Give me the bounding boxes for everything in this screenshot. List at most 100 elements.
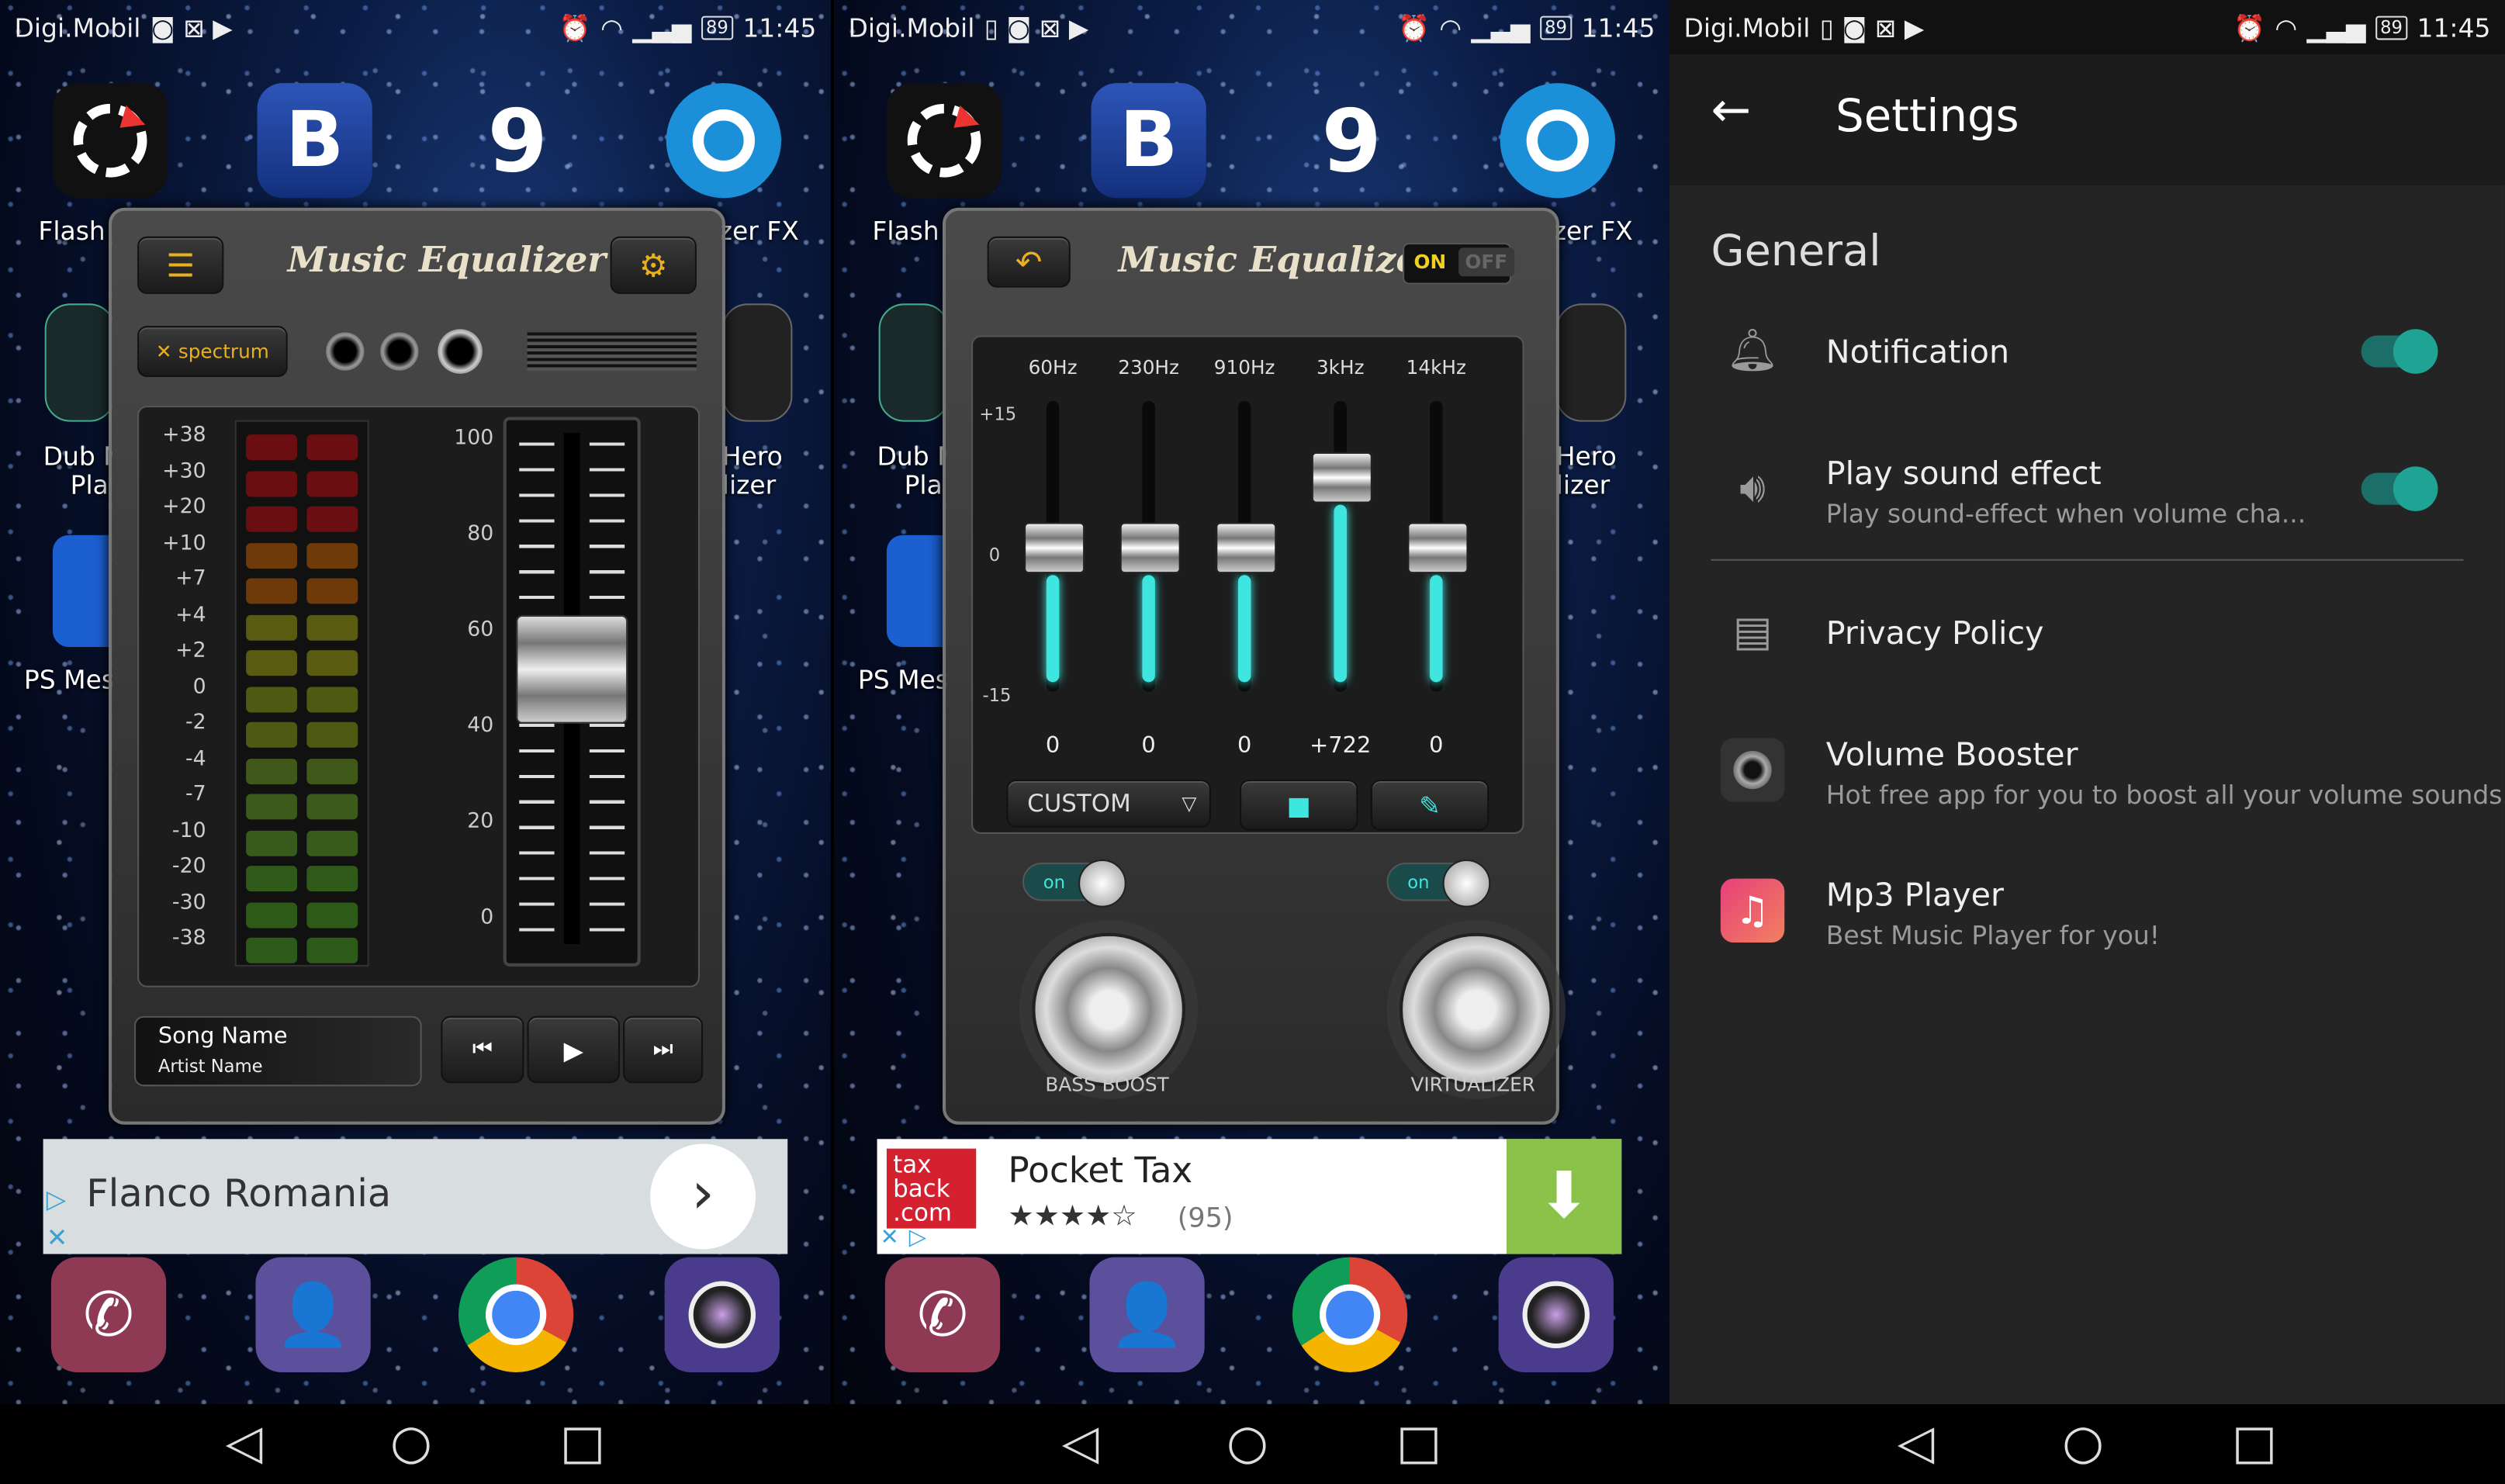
preset-dropdown[interactable]: CUSTOM ▽	[1006, 779, 1211, 828]
virtualizer-toggle[interactable]: on	[1386, 859, 1491, 908]
phone-app-icon[interactable]: ✆	[884, 1257, 1001, 1372]
volume-scale-label: 0	[480, 905, 494, 930]
led-segment	[306, 901, 358, 928]
recents-nav-icon[interactable]: □	[1396, 1420, 1441, 1468]
b-app-icon[interactable]: B	[1091, 83, 1206, 199]
power-switch[interactable]: ON OFF	[1403, 243, 1514, 285]
equalizer-widget: ☰ Music Equalizer ⚙ ✕ spectrum +38 +30 +20 +…	[109, 207, 725, 1125]
band-slider-thumb[interactable]	[1407, 522, 1469, 574]
chrome-app-icon[interactable]	[458, 1257, 574, 1372]
volume-scale-label: 60	[467, 617, 494, 642]
volume-scale-label: 40	[467, 714, 494, 739]
save-preset-button[interactable]: ■	[1240, 779, 1358, 831]
band-slider-thumb[interactable]	[1024, 522, 1085, 574]
ad-download-button[interactable]: ⬇	[1506, 1139, 1622, 1254]
nine-app-icon[interactable]: 9	[1294, 83, 1409, 198]
hero-app-icon[interactable]	[1555, 303, 1627, 422]
db-scale-label: -30	[171, 891, 206, 915]
widget-title: Music Equalizer	[1118, 239, 1438, 282]
phone-app-icon[interactable]: ✆	[50, 1257, 167, 1372]
equalizer-settings-button[interactable]: ☰	[137, 236, 224, 294]
notification-switch[interactable]	[2361, 329, 2438, 374]
settings-row-volume-booster[interactable]: Volume Booster Hot free app for you to b…	[1669, 728, 2505, 825]
equalizer-fx-app-icon[interactable]	[1500, 83, 1615, 199]
home-nav-icon[interactable]: ○	[1227, 1420, 1268, 1468]
b-app-icon[interactable]: B	[257, 83, 372, 199]
volume-slider[interactable]	[503, 417, 641, 967]
home-nav-icon[interactable]: ○	[390, 1420, 432, 1468]
ad-banner-pocket-tax[interactable]: tax back .com ✕ ▷ Pocket Tax ★★★★☆ (95) …	[877, 1139, 1622, 1254]
switch-knob	[2393, 466, 2438, 511]
ps-messages-app-icon[interactable]	[886, 534, 945, 648]
mode-dot-1[interactable]	[326, 332, 365, 371]
next-button[interactable]: ⏭	[623, 1015, 704, 1084]
ad-choices-icon[interactable]: ▷	[909, 1225, 926, 1251]
led-segment	[306, 578, 358, 604]
bass-boost-knob[interactable]	[1032, 932, 1186, 1087]
band-slider-thumb[interactable]	[1216, 522, 1277, 574]
led-segment	[246, 470, 298, 496]
led-segment	[306, 506, 358, 532]
volume-slider-thumb[interactable]	[516, 614, 628, 724]
back-nav-icon[interactable]: ◁	[1898, 1420, 1935, 1468]
dub-app-icon[interactable]	[878, 303, 950, 422]
band-value-label: +722	[1310, 733, 1372, 759]
previous-button[interactable]: ⏮	[441, 1015, 524, 1084]
ad-chevron-right-icon[interactable]: ›	[650, 1143, 756, 1250]
bass-boost-toggle[interactable]: on	[1022, 859, 1126, 908]
nine-app-icon[interactable]: 9	[460, 83, 575, 198]
ps-messages-label: PS Mes	[23, 664, 116, 695]
band-frequency-label: 910Hz	[1213, 356, 1275, 379]
dub-app-icon[interactable]	[44, 303, 116, 422]
recents-nav-icon[interactable]: □	[2232, 1420, 2277, 1468]
home-nav-icon[interactable]: ○	[2062, 1420, 2104, 1468]
settings-item-title: Mp3 Player	[1825, 875, 2004, 914]
flash-app-icon[interactable]	[886, 83, 1002, 199]
band-slider-thumb[interactable]	[1119, 522, 1181, 574]
ad-banner-flanco[interactable]: ▷ ✕ Flanco Romania ›	[43, 1139, 788, 1254]
screen-2: Digi.Mobil ▯ ◙ ⊠ ▶ ⏰ ◠ ▁▃▅ 89 11:45 B 9 …	[833, 0, 1669, 1484]
spectrum-button[interactable]: ✕ spectrum	[137, 326, 288, 377]
status-bar: Digi.Mobil ▯ ◙ ⊠ ▶ ⏰ ◠ ▁▃▅ 89 11:45	[1669, 0, 2505, 55]
contacts-app-icon[interactable]: 👤	[1089, 1257, 1205, 1372]
ad-rating-count: (95)	[1177, 1202, 1233, 1235]
back-button[interactable]: ↶	[987, 236, 1071, 288]
band-value-label: 0	[1237, 733, 1252, 759]
settings-row-notification[interactable]: 🔔︎ Notification	[1669, 313, 2505, 393]
contacts-app-icon[interactable]: 👤	[255, 1257, 371, 1372]
flash-app-icon[interactable]	[52, 83, 168, 199]
settings-item-title: Notification	[1825, 332, 2010, 371]
edit-preset-button[interactable]: ✎	[1370, 779, 1490, 831]
chrome-app-icon[interactable]	[1292, 1257, 1408, 1372]
bass-boost-toggle-label: on	[1043, 872, 1065, 894]
ad-close-icon[interactable]: ✕	[881, 1225, 899, 1251]
camera-app-icon[interactable]	[1498, 1257, 1614, 1372]
hero-app-icon[interactable]	[721, 303, 793, 422]
band-level-fill	[1430, 575, 1443, 683]
battery-indicator: 89	[701, 15, 733, 40]
play-button[interactable]: ▶	[527, 1015, 621, 1084]
ad-choices-icon[interactable]: ▷	[47, 1184, 66, 1214]
mode-dot-3[interactable]	[438, 329, 483, 374]
db-scale-label: +38	[162, 423, 206, 448]
settings-item-title: Play sound effect	[1825, 453, 2102, 493]
virtualizer-knob[interactable]	[1399, 932, 1553, 1087]
sound-effect-switch[interactable]	[2361, 466, 2438, 511]
dub-app-label-2: Pla	[70, 469, 109, 500]
back-nav-icon[interactable]: ◁	[226, 1420, 263, 1468]
equalizer-fx-app-icon[interactable]	[666, 83, 781, 199]
back-nav-icon[interactable]: ◁	[1062, 1420, 1099, 1468]
ps-messages-app-icon[interactable]	[52, 534, 111, 648]
back-arrow-icon[interactable]: ←	[1711, 83, 1752, 139]
recents-nav-icon[interactable]: □	[560, 1420, 605, 1468]
settings-row-mp3-player[interactable]: ♫ Mp3 Player Best Music Player for you!	[1669, 869, 2505, 965]
gear-button[interactable]: ⚙	[610, 236, 697, 294]
camera-app-icon[interactable]	[664, 1257, 780, 1372]
mode-dot-2[interactable]	[380, 332, 419, 371]
led-segment	[246, 866, 298, 892]
settings-row-privacy-policy[interactable]: ▤ Privacy Policy	[1669, 594, 2505, 674]
band-slider-thumb[interactable]	[1311, 452, 1372, 504]
led-meter	[234, 420, 369, 967]
ad-close-icon[interactable]: ✕	[47, 1222, 68, 1252]
settings-row-sound-effect[interactable]: 🔊︎ Play sound effect Play sound-effect w…	[1669, 444, 2505, 540]
